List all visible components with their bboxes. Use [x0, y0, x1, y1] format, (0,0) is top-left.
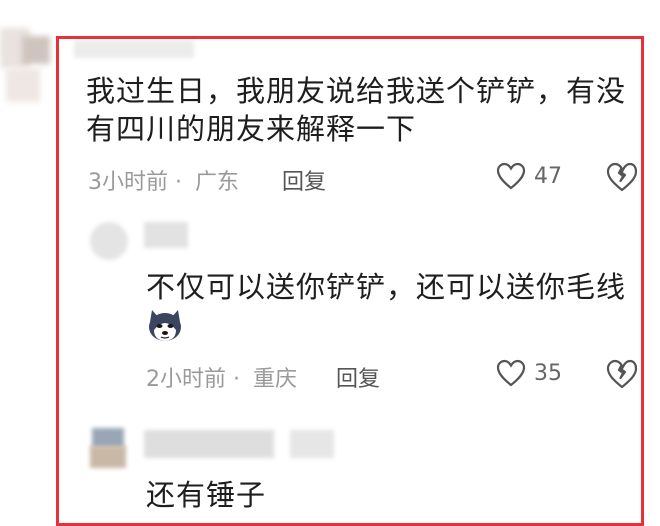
heart-icon: [496, 359, 526, 387]
reply1-avatar[interactable]: [90, 222, 128, 260]
like-button[interactable]: 47: [496, 162, 562, 190]
reply2-name-blurred-2[interactable]: [290, 430, 334, 458]
broken-heart-icon[interactable]: [606, 162, 638, 192]
like-count: 47: [534, 163, 562, 189]
reply1-name-blurred[interactable]: [144, 222, 188, 248]
broken-heart-icon[interactable]: [606, 359, 638, 389]
reply2-avatar[interactable]: [90, 428, 130, 472]
comment-region: 广东: [195, 170, 240, 195]
comment-text: 我过生日，我朋友说给我送个铲铲，有没有四川的朋友来解释一下: [86, 74, 627, 146]
meta-separator: ·: [233, 367, 240, 392]
reply2-text: 还有锤子: [146, 478, 267, 512]
reply1-meta: 2小时前 · 重庆: [146, 361, 297, 393]
meta-separator: ·: [175, 170, 182, 195]
comment-meta: 3小时前 · 广东: [88, 164, 239, 196]
reply1-region: 重庆: [253, 367, 298, 392]
heart-icon: [496, 162, 526, 190]
commenter-avatar[interactable]: [0, 28, 52, 112]
reply2-name-blurred[interactable]: [144, 430, 274, 458]
comment-time: 3小时前: [88, 170, 168, 195]
reply1-like-button[interactable]: 35: [496, 359, 562, 387]
reply1-time: 2小时前: [146, 367, 226, 392]
husky-emoji-icon: [149, 310, 181, 341]
reply1-like-count: 35: [534, 360, 562, 386]
reply1-text: 不仅可以送你铲铲，还可以送你毛线: [146, 270, 627, 304]
reply1-reply-button[interactable]: 回复: [336, 361, 380, 393]
reply-button[interactable]: 回复: [282, 164, 326, 196]
